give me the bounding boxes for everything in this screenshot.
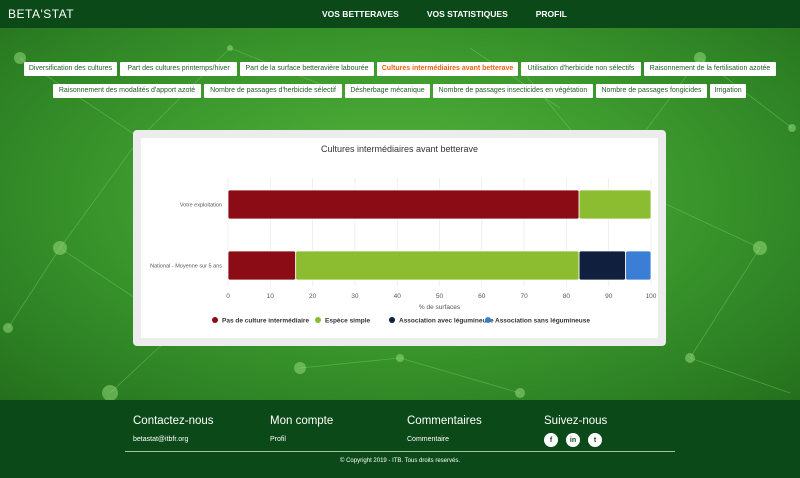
main-nav: VOS BETTERAVES VOS STATISTIQUES PROFIL bbox=[322, 9, 595, 19]
tab-fertilisation-azotee[interactable]: Raisonnement de la fertilisation azotée bbox=[644, 62, 776, 76]
legend-marker bbox=[315, 317, 321, 323]
footer-account: Mon compte Profil bbox=[270, 415, 333, 443]
x-tick-label: 90 bbox=[605, 293, 613, 300]
bar-segment bbox=[578, 250, 627, 281]
x-tick-label: 0 bbox=[226, 293, 230, 300]
nav-vos-betteraves[interactable]: VOS BETTERAVES bbox=[322, 9, 399, 19]
copyright-text: © Copyright 2019 - ITB. Tous droits rese… bbox=[339, 458, 461, 464]
facebook-icon[interactable]: f bbox=[544, 433, 558, 447]
social-links: f in t bbox=[544, 433, 607, 447]
footer-follow-title: Suivez-nous bbox=[544, 415, 608, 427]
stacked-bar-chart: 0 10 20 30 40 50 60 70 80 90 100 % de surfaces Votre… bbox=[150, 178, 657, 325]
legend-marker bbox=[389, 317, 395, 323]
tab-diversification[interactable]: Diversification des cultures bbox=[24, 62, 117, 76]
tab-surface-labouree[interactable]: Part de la surface betteravière labourée bbox=[240, 62, 374, 76]
x-tick-label: 10 bbox=[267, 293, 275, 300]
bar-segment bbox=[227, 189, 580, 220]
x-tick-label: 30 bbox=[351, 293, 359, 300]
footer-account-title: Mon compte bbox=[270, 415, 334, 427]
tab-irrigation[interactable]: Irrigation bbox=[710, 84, 746, 98]
x-tick-label: 20 bbox=[309, 293, 317, 300]
nav-profil[interactable]: PROFIL bbox=[536, 9, 567, 19]
hero-background: Diversification des cultures Part des cu… bbox=[0, 28, 800, 400]
tab-modalites-apport-azote[interactable]: Raisonnement des modalités d'apport azot… bbox=[53, 84, 201, 98]
x-tick-label: 70 bbox=[520, 293, 528, 300]
linkedin-icon[interactable]: in bbox=[566, 433, 580, 447]
bar-segment bbox=[295, 250, 580, 281]
contact-email-link[interactable]: betastat@itbfr.org bbox=[133, 436, 214, 443]
footer-contact-title: Contactez-nous bbox=[133, 415, 214, 427]
tab-part-cultures-printemps-hiver[interactable]: Part des cultures printemps/hiver bbox=[120, 62, 237, 76]
x-tick-label: 40 bbox=[394, 293, 402, 300]
footer-comments-title: Commentaires bbox=[407, 415, 482, 427]
bar-segment bbox=[227, 250, 297, 281]
legend-item: Association sans légumineuse bbox=[495, 318, 590, 325]
top-navbar: BETA'STAT VOS BETTERAVES VOS STATISTIQUE… bbox=[0, 0, 800, 28]
footer-follow: Suivez-nous f in t bbox=[544, 415, 607, 447]
tab-insecticides[interactable]: Nombre de passages insecticides en végét… bbox=[433, 84, 593, 98]
tab-herbicide-selectif[interactable]: Nombre de passages d'herbicide sélectif bbox=[204, 84, 342, 98]
legend-item: Association avec légumineuse bbox=[399, 318, 494, 325]
x-tick-label: 60 bbox=[478, 293, 486, 300]
legend-item: Pas de culture intermédiaire bbox=[222, 318, 309, 325]
twitter-icon[interactable]: t bbox=[588, 433, 602, 447]
x-tick-label: 50 bbox=[436, 293, 444, 300]
x-axis-label: % de surfaces bbox=[419, 304, 461, 311]
bar-segment bbox=[625, 250, 652, 281]
tab-cultures-intermediaires[interactable]: Cultures intermédiaires avant betterave bbox=[377, 62, 518, 76]
legend-marker bbox=[212, 317, 218, 323]
chart-panel: Cultures intermédiaires avant betterave … bbox=[133, 130, 666, 346]
tab-herbicide-non-selectifs[interactable]: Utilisation d'herbicide non sélectifs bbox=[521, 62, 641, 76]
nav-vos-statistiques[interactable]: VOS STATISTIQUES bbox=[427, 9, 508, 19]
footer-contact: Contactez-nous betastat@itbfr.org bbox=[133, 415, 214, 443]
tab-fongicides[interactable]: Nombre de passages fongicides bbox=[596, 84, 707, 98]
category-label: Votre exploitation bbox=[180, 203, 222, 209]
footer-comments: Commentaires Commentaire bbox=[407, 415, 482, 443]
footer: Contactez-nous betastat@itbfr.org Mon co… bbox=[0, 400, 800, 478]
chart-title: Cultures intermédiaires avant betterave bbox=[320, 144, 479, 154]
category-label: National - Moyenne sur 5 ans bbox=[150, 264, 222, 270]
footer-divider bbox=[125, 451, 675, 452]
tab-desherbage-mecanique[interactable]: Désherbage mécanique bbox=[345, 84, 430, 98]
bar-segment bbox=[578, 189, 652, 220]
chart-container: Cultures intermédiaires avant betterave … bbox=[141, 138, 658, 338]
footer-profil-link[interactable]: Profil bbox=[270, 436, 333, 443]
brand-logo[interactable]: BETA'STAT bbox=[8, 7, 74, 21]
legend-item: Espèce simple bbox=[325, 318, 371, 325]
legend-marker bbox=[485, 317, 491, 323]
x-tick-label: 100 bbox=[646, 293, 657, 300]
x-tick-label: 80 bbox=[563, 293, 571, 300]
footer-commentaire-link[interactable]: Commentaire bbox=[407, 436, 482, 443]
